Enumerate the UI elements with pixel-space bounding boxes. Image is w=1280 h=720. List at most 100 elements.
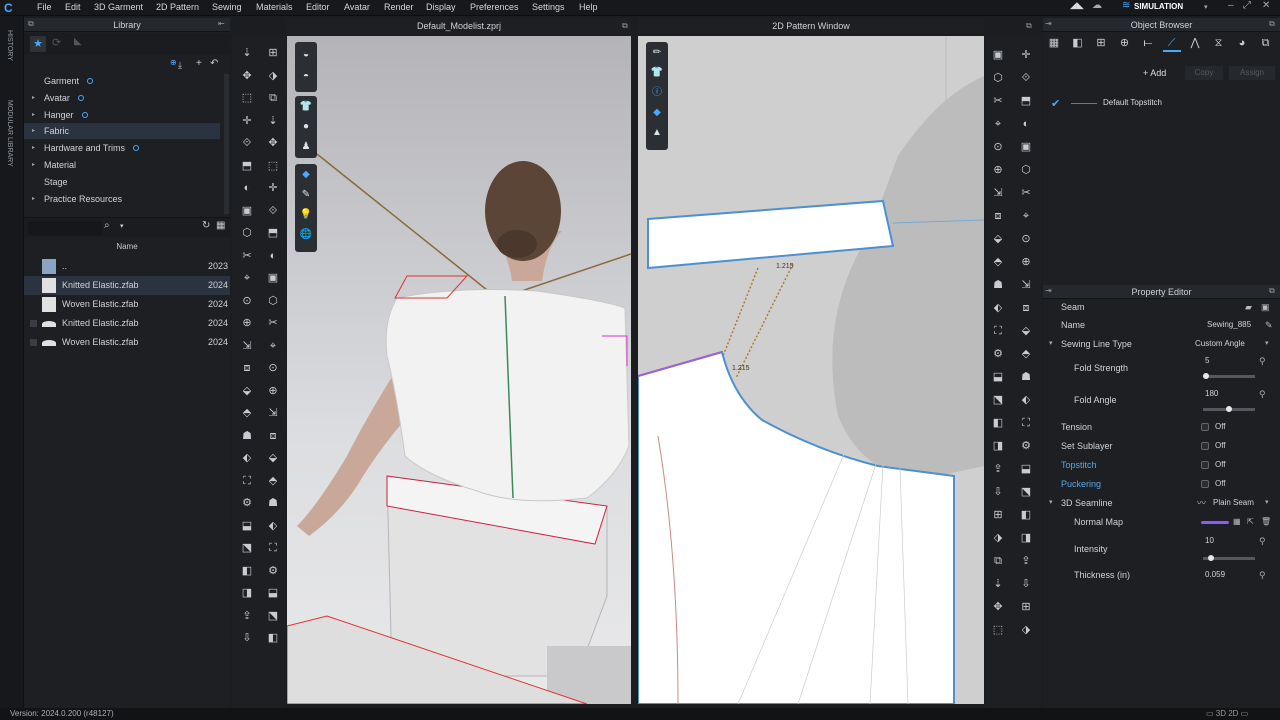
light-icon[interactable]: 💡 <box>297 206 315 224</box>
save-icon[interactable]: ▣ <box>1261 298 1270 316</box>
select-icon[interactable]: ⬚ <box>264 157 282 175</box>
pleat-icon[interactable]: ⊞ <box>1017 598 1035 616</box>
arrange-icon[interactable]: ⬔ <box>238 539 256 557</box>
measure-icon[interactable]: ⬓ <box>238 517 256 535</box>
cut-icon[interactable]: ✂ <box>264 314 282 332</box>
zipper-icon[interactable]: ⛶ <box>264 539 282 557</box>
menu-sewing[interactable]: Sewing <box>212 2 242 12</box>
file-list-item[interactable]: .. 2023 <box>24 257 230 276</box>
menu-edit[interactable]: Edit <box>65 2 81 12</box>
puckering-tool-icon[interactable]: ◧ <box>989 414 1007 432</box>
avatar-tab-icon[interactable]: ◕ <box>1233 34 1251 52</box>
add-button[interactable]: + Add <box>1143 68 1166 78</box>
puckering-tool-icon[interactable]: ⇲ <box>1017 276 1035 294</box>
library-tree-item[interactable]: Stage <box>24 174 220 190</box>
intensity-input[interactable]: 10 <box>1205 532 1214 550</box>
segment-sew-icon[interactable]: ⬖ <box>989 299 1007 317</box>
pleat-icon[interactable]: ▣ <box>1017 138 1035 156</box>
hanger-icon[interactable]: ⬘ <box>264 472 282 490</box>
back-icon[interactable]: ↶ <box>210 58 218 69</box>
point-tool-icon[interactable]: ✥ <box>989 598 1007 616</box>
add-point-icon[interactable]: ⊕ <box>264 382 282 400</box>
gizmo-icon[interactable]: ✛ <box>238 112 256 130</box>
line-tool-icon[interactable]: ▣ <box>989 46 1007 64</box>
pen-tool-icon[interactable]: ⬖ <box>1017 391 1035 409</box>
viewport-2d[interactable]: 1.215 1.215 ✏ 👕 ⓘ ◆ ▲ <box>638 36 984 704</box>
panel-float-icon[interactable]: ⧉ <box>1269 19 1275 29</box>
collapse-icon[interactable]: ⇥ <box>1045 286 1052 295</box>
connect-icon[interactable]: ◢◣ <box>1070 0 1084 11</box>
search-icon[interactable]: ⌕ <box>104 220 110 231</box>
transform-icon[interactable]: ✥ <box>238 67 256 85</box>
free-sew-icon[interactable]: ⛶ <box>989 322 1007 340</box>
simulation-mode-badge[interactable]: SIMULATION <box>1134 2 1183 11</box>
library-tree-item[interactable]: Garment <box>24 73 220 89</box>
target-icon[interactable]: ⌖ <box>238 269 256 287</box>
minimize-button[interactable]: – <box>1228 0 1234 11</box>
circle-icon[interactable]: ⬒ <box>1017 92 1035 110</box>
grid-tool-icon[interactable]: ⊞ <box>264 44 282 62</box>
point-icon[interactable]: ⊙ <box>238 292 256 310</box>
download-icon[interactable]: ⤓ <box>178 60 182 71</box>
trim-icon[interactable]: ☗ <box>238 427 256 445</box>
expand-arrow-icon[interactable]: ▾ <box>1049 335 1053 353</box>
brush-icon[interactable]: ✎ <box>297 186 315 204</box>
garment-tool-icon[interactable]: ⟐ <box>264 202 282 220</box>
dart-icon[interactable]: ⬚ <box>989 621 1007 639</box>
panel-float-icon[interactable]: ⧉ <box>1269 286 1275 296</box>
close-button[interactable]: ✕ <box>1262 0 1270 11</box>
point-tool-icon[interactable]: ⊙ <box>989 138 1007 156</box>
edit-curve-icon[interactable]: ⌖ <box>989 115 1007 133</box>
pin-tool-icon[interactable]: ◐ <box>264 247 282 265</box>
tension-toggle[interactable] <box>1201 423 1209 431</box>
button-icon[interactable]: ⬖ <box>238 449 256 467</box>
curve-icon[interactable]: ✂ <box>989 92 1007 110</box>
arrange-icon[interactable]: ⬔ <box>264 607 282 625</box>
globe-icon[interactable]: 🌐 <box>297 226 315 244</box>
normal-map-swatch[interactable] <box>1201 521 1229 524</box>
curve-icon[interactable]: ⧉ <box>989 552 1007 570</box>
file-checkbox[interactable] <box>30 320 37 327</box>
fold-angle-slider[interactable] <box>1203 406 1255 412</box>
arrange-2d-icon[interactable]: ⇪ <box>989 460 1007 478</box>
seam-allowance-icon[interactable]: ⬘ <box>989 253 1007 271</box>
menu-materials[interactable]: Materials <box>256 2 293 12</box>
slider-thumb[interactable] <box>1203 373 1209 379</box>
chevron-down-icon[interactable]: ▾ <box>1265 494 1269 512</box>
point-tool-icon[interactable]: ⬓ <box>1017 460 1035 478</box>
select-icon[interactable]: ⬚ <box>238 89 256 107</box>
assign-button[interactable]: Assign <box>1229 66 1275 80</box>
fabric-tab-icon[interactable]: ◧ <box>1069 34 1087 52</box>
cloud-refresh-icon[interactable]: ⟳ <box>52 36 61 49</box>
menu-render[interactable]: Render <box>384 2 414 12</box>
history-tab[interactable]: HISTORY <box>6 30 13 61</box>
name-column-header[interactable]: Name <box>24 240 230 254</box>
collapse-icon[interactable]: ⇥ <box>1045 19 1052 28</box>
avatar-display-icon[interactable]: ● <box>297 118 315 136</box>
restore-button[interactable]: ⤢ <box>1243 0 1251 11</box>
edit-curve-icon[interactable]: ⚙ <box>1017 437 1035 455</box>
avatar-tool-icon[interactable]: ⬙ <box>264 449 282 467</box>
tree-scrollbar[interactable] <box>224 74 229 214</box>
add-point-icon[interactable]: ⊕ <box>238 314 256 332</box>
text-icon[interactable]: ⊙ <box>1017 230 1035 248</box>
library-tree-item[interactable]: ▸ Practice Resources <box>24 191 220 207</box>
slider-thumb[interactable] <box>1207 555 1214 561</box>
set-sublayer-toggle[interactable] <box>1201 442 1209 450</box>
expand-arrow-icon[interactable]: ▾ <box>1049 494 1053 512</box>
rotate-icon[interactable]: ⬡ <box>264 292 282 310</box>
grid-icon[interactable]: ▦ <box>1233 513 1241 531</box>
modular-library-tab[interactable]: MODULAR LIBRARY <box>6 100 13 167</box>
edit-tool-icon[interactable]: ◧ <box>238 562 256 580</box>
grade-icon[interactable]: ◨ <box>989 437 1007 455</box>
file-list-item[interactable]: Woven Elastic.zfab 2024 <box>24 333 230 352</box>
fold-icon[interactable]: ⬒ <box>264 224 282 242</box>
library-tree-item[interactable]: ▸ Hardware and Trims <box>24 140 220 156</box>
expand-arrow-icon[interactable]: ▸ <box>32 123 35 139</box>
target-icon[interactable]: ⌖ <box>264 337 282 355</box>
dart-icon[interactable]: ⬔ <box>1017 483 1035 501</box>
settings-tool-icon[interactable]: ⚙ <box>238 494 256 512</box>
folder-icon[interactable]: ▰ <box>1245 298 1252 316</box>
pin-icon[interactable]: ⚲ <box>1259 385 1266 403</box>
fold-strength-input[interactable]: 5 <box>1205 352 1209 370</box>
